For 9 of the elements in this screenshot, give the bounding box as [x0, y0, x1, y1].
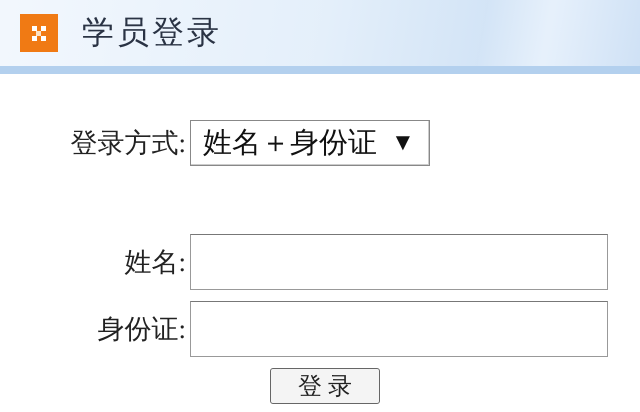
- login-button[interactable]: 登 录: [270, 368, 380, 404]
- input-field[interactable]: [190, 301, 608, 357]
- field-label: 姓名:: [123, 246, 187, 279]
- logo-icon: [20, 14, 58, 52]
- input-field[interactable]: [190, 234, 608, 290]
- page-title: 学员登录: [82, 13, 222, 52]
- field-label: 登录方式:: [69, 127, 187, 160]
- field-label: 身份证:: [96, 313, 187, 346]
- login-mode-select[interactable]: 姓名＋身份证 ▼: [190, 120, 430, 166]
